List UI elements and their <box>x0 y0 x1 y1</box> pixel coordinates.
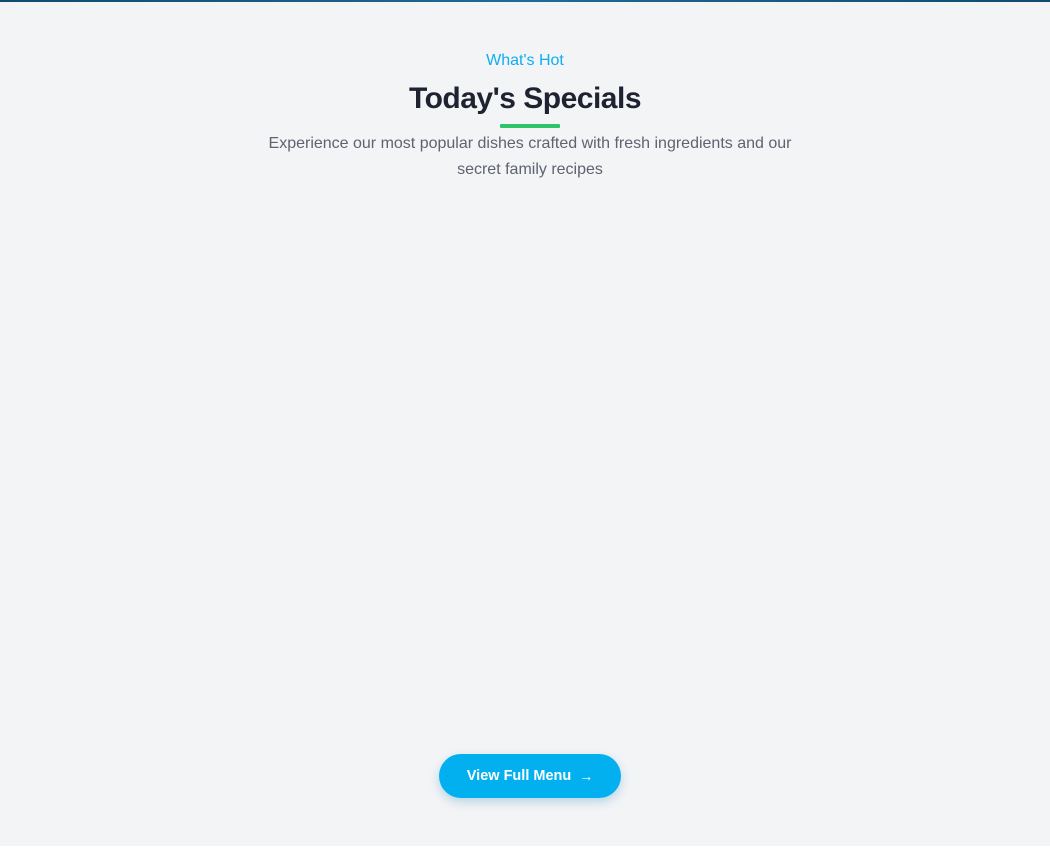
section-title: Today's Specials <box>408 82 642 115</box>
section-eyebrow: What's Hot <box>486 52 564 69</box>
specials-section: What's Hot Today's Specials Experience o… <box>0 2 1050 846</box>
view-full-menu-button[interactable]: View Full Menu → <box>439 754 621 798</box>
arrow-right-icon: → <box>579 768 594 784</box>
section-description: Experience our most popular dishes craft… <box>268 135 792 178</box>
button-label: View Full Menu <box>466 768 572 784</box>
title-underline <box>500 124 560 128</box>
